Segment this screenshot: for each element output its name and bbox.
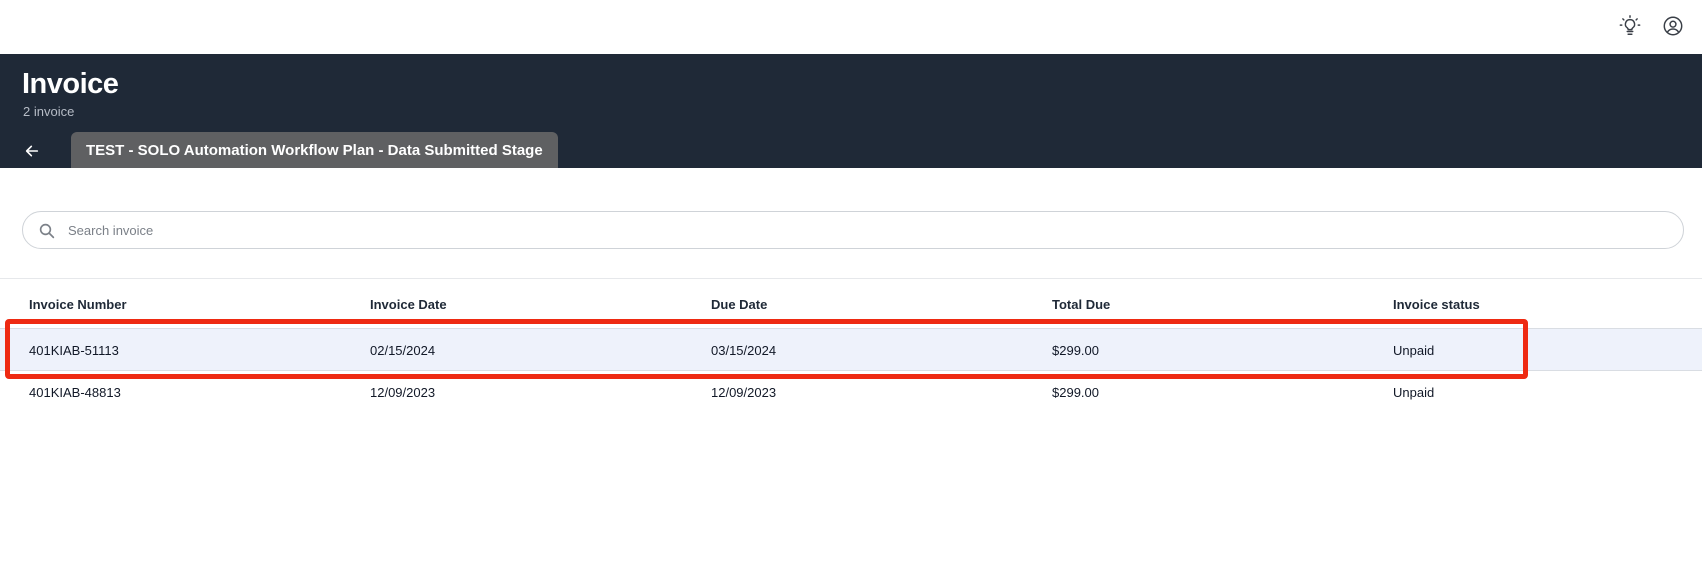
total-due: $299.00 [1052,343,1099,358]
tab-plan[interactable]: TEST - SOLO Automation Workflow Plan - D… [71,132,558,168]
invoice-date: 12/09/2023 [370,385,436,400]
table-row[interactable]: 401KIAB-51113 02/15/2024 03/15/2024 $299… [0,328,1702,371]
table-row[interactable]: 401KIAB-48813 12/09/2023 12/09/2023 $299… [0,371,1702,414]
lightbulb-icon[interactable] [1616,12,1644,40]
due-date: 12/09/2023 [711,385,777,400]
table-header: Invoice Number Invoice Date Due Date Tot… [0,290,1702,318]
invoice-number: 401KIAB-48813 [29,385,121,400]
column-header-total-due[interactable]: Total Due [1052,297,1110,312]
top-bar [0,0,1702,54]
invoice-number: 401KIAB-51113 [29,343,119,358]
total-due: $299.00 [1052,385,1099,400]
column-header-invoice-number[interactable]: Invoice Number [29,297,127,312]
column-header-invoice-status[interactable]: Invoice status [1393,297,1480,312]
invoice-count: 2 invoice [23,104,75,119]
account-circle-icon[interactable] [1659,12,1687,40]
invoice-status: Unpaid [1393,385,1435,400]
invoice-status: Unpaid [1393,343,1435,358]
due-date: 03/15/2024 [711,343,777,358]
search-bar [22,211,1684,249]
column-header-due-date[interactable]: Due Date [711,297,767,312]
column-header-invoice-date[interactable]: Invoice Date [370,297,447,312]
page-title: Invoice [22,68,119,100]
search-input[interactable] [66,212,1666,248]
invoice-date: 02/15/2024 [370,343,436,358]
divider [0,278,1702,279]
back-arrow-icon[interactable] [20,139,44,163]
page-header: Invoice 2 invoice TEST - SOLO Automation… [0,54,1702,168]
search-icon [39,223,55,239]
